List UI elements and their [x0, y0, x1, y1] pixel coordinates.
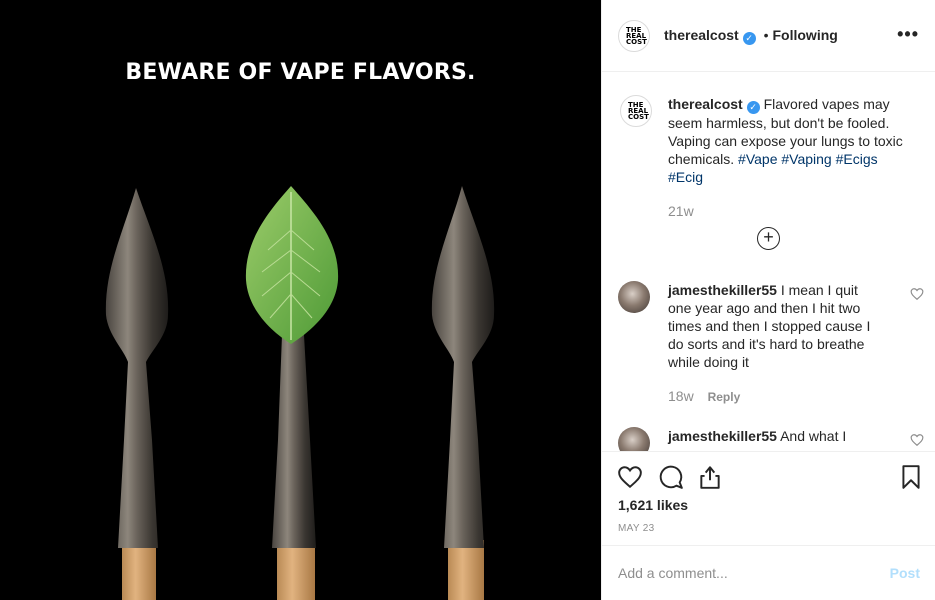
comment-username[interactable]: jamesthekiller55	[668, 428, 777, 444]
hashtag-link[interactable]: #Ecigs	[836, 151, 878, 167]
hashtag-link[interactable]: #Vaping	[781, 151, 831, 167]
heart-icon[interactable]	[617, 464, 643, 490]
left-arrowhead	[105, 188, 169, 600]
caption-avatar[interactable]: THE REAL COST	[620, 95, 652, 127]
comment-icon[interactable]	[658, 464, 684, 490]
comment-input[interactable]	[618, 565, 890, 581]
account-logo-text: THE REAL COST	[626, 25, 647, 46]
add-comment-bar: Post	[602, 545, 935, 600]
post-date[interactable]: MAY 23	[618, 523, 654, 534]
hashtag-link[interactable]: #Vape	[738, 151, 777, 167]
post-side-panel: THE REAL COST therealcost ✓ • Following ••…	[601, 0, 935, 600]
post-header: THE REAL COST therealcost ✓ • Following ••…	[602, 0, 935, 72]
account-avatar[interactable]: THE REAL COST	[618, 19, 650, 52]
header-separator: •	[763, 26, 769, 43]
post-image[interactable]: BEWARE OF VAPE FLAVORS.	[0, 0, 601, 600]
avatar[interactable]	[618, 281, 650, 313]
verified-icon: ✓	[742, 31, 756, 45]
comment-username[interactable]: jamesthekiller55	[668, 282, 777, 298]
reply-button[interactable]: Reply	[708, 390, 741, 404]
likes-count[interactable]: 1,621 likes	[618, 497, 688, 513]
ellipsis-icon[interactable]: •••	[897, 25, 919, 43]
comment-item: jamesthekiller55 And what I	[618, 427, 924, 451]
post-button[interactable]: Post	[890, 565, 920, 581]
comment-item: jamesthekiller55 I mean I quit one year …	[618, 281, 924, 406]
share-icon[interactable]	[697, 464, 723, 490]
verified-icon: ✓	[746, 101, 760, 114]
post-caption: THE REAL COST therealcost ✓ Flavored vape…	[620, 95, 920, 220]
comments-list[interactable]: THE REAL COST therealcost ✓ Flavored vape…	[602, 73, 935, 451]
comment-timestamp[interactable]: 18w	[668, 388, 694, 404]
header-username[interactable]: therealcost	[664, 27, 739, 43]
middle-arrow-leaf	[245, 186, 339, 600]
hashtag-link[interactable]: #Ecig	[668, 169, 703, 185]
arrowheads-artwork	[105, 186, 495, 600]
like-comment-heart-icon[interactable]	[910, 433, 924, 447]
comment-text: And what I	[780, 428, 847, 444]
following-button[interactable]: Following	[773, 27, 838, 43]
caption-logo-text: THE REAL COST	[628, 101, 649, 121]
bookmark-icon[interactable]	[898, 464, 924, 490]
caption-username[interactable]: therealcost	[668, 96, 743, 112]
right-arrowhead	[431, 186, 495, 600]
avatar[interactable]	[618, 427, 650, 451]
caption-timestamp[interactable]: 21w	[668, 202, 904, 220]
post-actions: 1,621 likes MAY 23	[602, 451, 935, 546]
like-comment-heart-icon[interactable]	[910, 287, 924, 301]
plus-circle-icon[interactable]: +	[757, 227, 780, 250]
